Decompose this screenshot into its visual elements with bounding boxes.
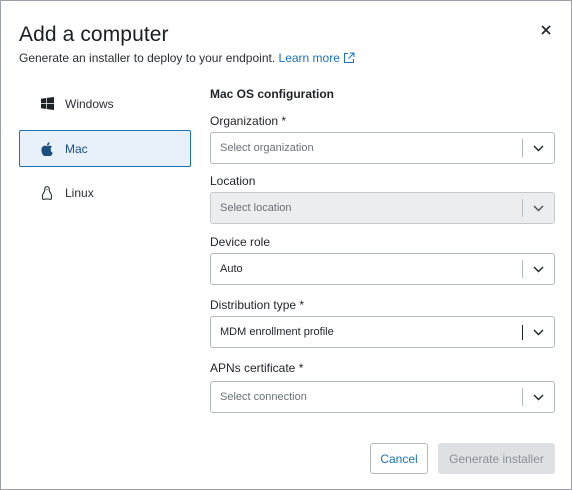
learn-more-link[interactable]: Learn more <box>279 51 355 65</box>
chevron-down-icon <box>523 382 554 412</box>
apns-certificate-select[interactable]: Select connection <box>210 381 555 413</box>
chevron-down-icon <box>523 133 554 163</box>
device-role-label: Device role <box>210 235 271 249</box>
sidebar-item-label: Windows <box>65 96 114 111</box>
dialog-subtitle: Generate an installer to deploy to your … <box>19 51 355 65</box>
sidebar-item-label: Linux <box>65 185 94 200</box>
close-button[interactable] <box>537 21 555 39</box>
sidebar-item-linux[interactable]: Linux <box>19 174 191 211</box>
distribution-type-label: Distribution type * <box>210 298 305 312</box>
learn-more-label: Learn more <box>278 51 340 65</box>
chevron-down-icon <box>523 254 554 284</box>
device-role-select[interactable]: Auto <box>210 253 555 285</box>
dialog-title: Add a computer <box>19 23 169 46</box>
distribution-type-value: MDM enrollment profile <box>220 326 334 338</box>
windows-icon <box>40 97 54 111</box>
location-select: Select location <box>210 192 555 224</box>
sidebar-item-mac[interactable]: Mac <box>19 130 191 167</box>
device-role-value: Auto <box>220 263 243 275</box>
apple-icon <box>40 141 54 156</box>
sidebar-item-label: Mac <box>65 141 88 156</box>
section-title: Mac OS configuration <box>210 87 335 101</box>
cancel-button[interactable]: Cancel <box>370 443 428 474</box>
apns-certificate-label: APNs certificate * <box>210 361 304 375</box>
apns-certificate-value: Select connection <box>220 391 307 403</box>
close-icon <box>541 25 551 35</box>
add-computer-dialog: Add a computer Generate an installer to … <box>0 0 572 490</box>
generate-installer-button: Generate installer <box>438 443 555 474</box>
sidebar-item-windows[interactable]: Windows <box>19 85 191 122</box>
chevron-down-icon <box>523 317 554 347</box>
organization-label: Organization * <box>210 114 287 128</box>
location-label: Location <box>210 174 256 188</box>
location-value: Select location <box>220 202 292 214</box>
external-link-icon <box>343 52 355 63</box>
organization-select[interactable]: Select organization <box>210 132 555 164</box>
distribution-type-select[interactable]: MDM enrollment profile <box>210 316 555 348</box>
subtitle-text: Generate an installer to deploy to your … <box>19 51 276 65</box>
linux-icon <box>40 185 54 200</box>
chevron-down-icon <box>523 193 554 223</box>
organization-value: Select organization <box>220 142 314 154</box>
